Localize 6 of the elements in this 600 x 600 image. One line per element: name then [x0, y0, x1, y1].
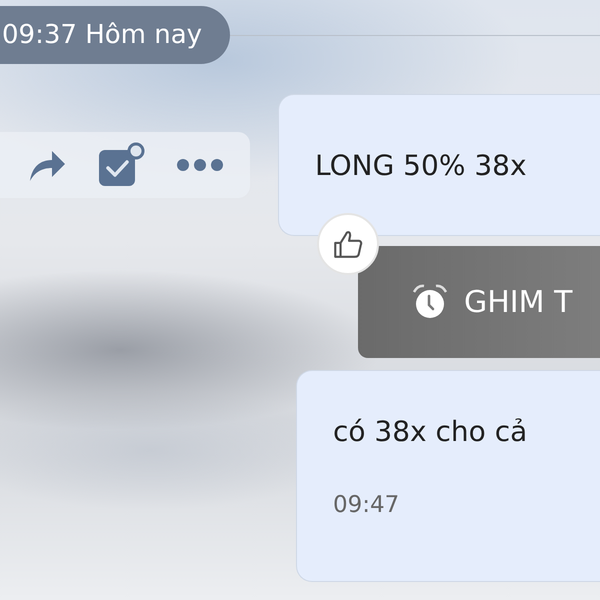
- message-text: LONG 50% 38x: [315, 148, 528, 182]
- pinned-notice-text: GHIM T: [464, 284, 572, 320]
- message-text: có 38x cho cả: [333, 415, 528, 448]
- multi-select-icon[interactable]: [96, 142, 145, 188]
- more-icon[interactable]: [176, 158, 224, 172]
- message-time: 09:47: [333, 492, 400, 518]
